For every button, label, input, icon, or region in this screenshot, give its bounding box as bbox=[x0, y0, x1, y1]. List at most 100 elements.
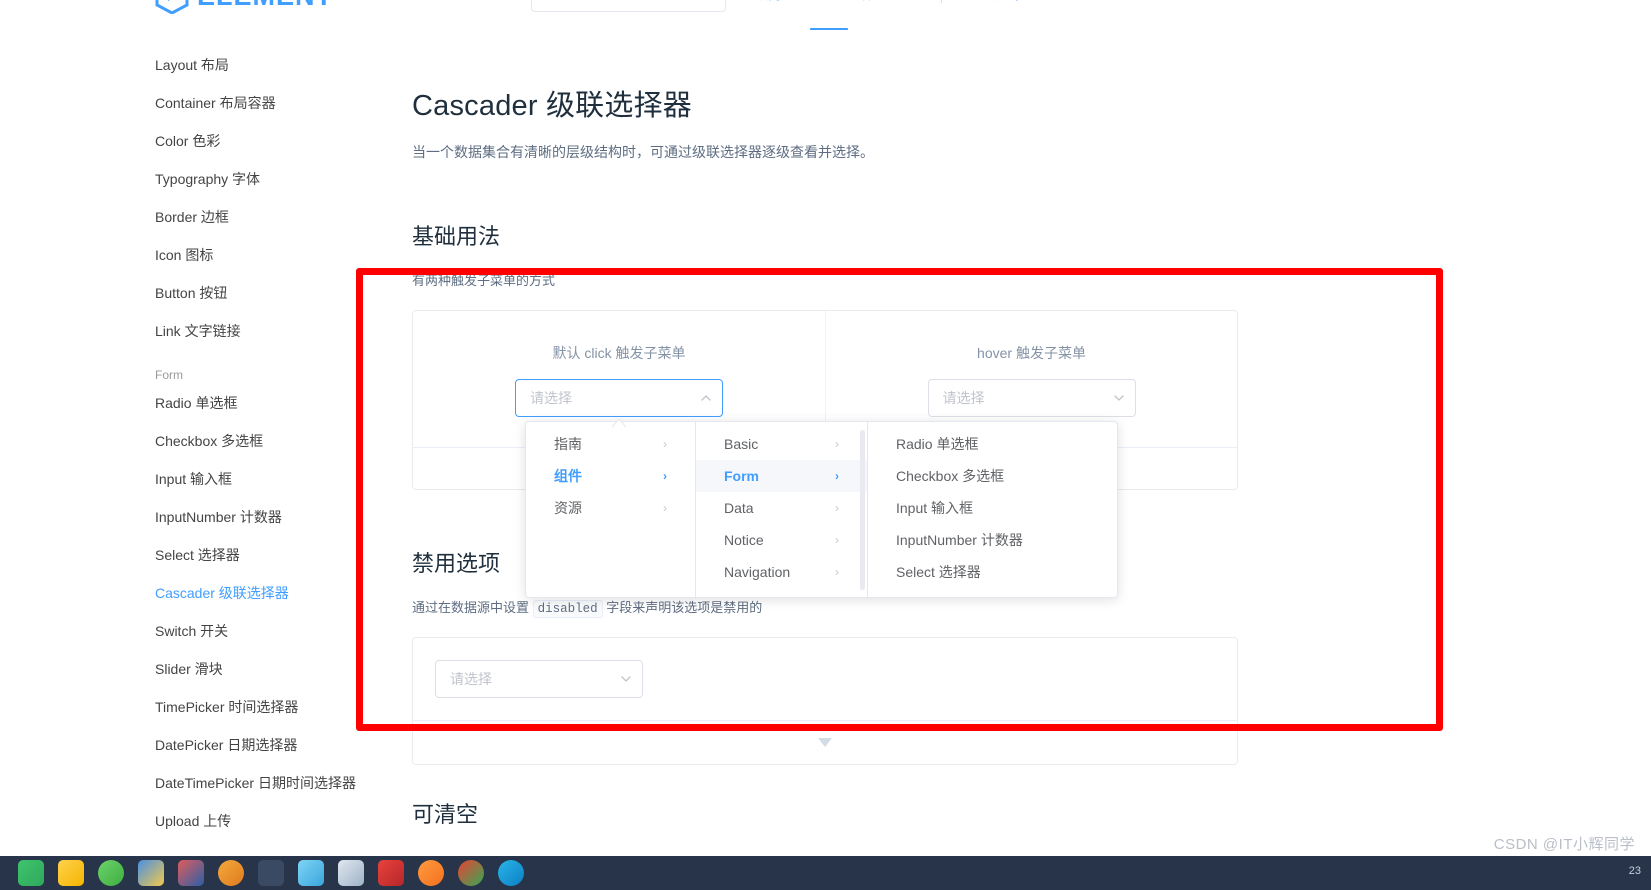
nav-item-guide-label: 指南 bbox=[755, 0, 781, 12]
taskbar-icon-edge[interactable] bbox=[498, 860, 524, 886]
cascader-option-label: 组件 bbox=[554, 468, 582, 484]
taskbar-tray[interactable]: 23 bbox=[1629, 865, 1641, 877]
taskbar-icon-word[interactable] bbox=[138, 860, 164, 886]
chevron-right-icon: › bbox=[835, 501, 839, 515]
nav-divider bbox=[940, 0, 942, 3]
section-desc-disabled-after: 字段来声明该选项是禁用的 bbox=[602, 599, 763, 615]
taskbar-icon-chrome[interactable] bbox=[458, 860, 484, 886]
nav-item-guide[interactable]: 指南 ▼ bbox=[755, 0, 794, 12]
taskbar-icon-explorer[interactable] bbox=[18, 860, 44, 886]
cascader-option[interactable]: Select 选择器 bbox=[868, 556, 1117, 588]
taskbar-icon-drive[interactable] bbox=[58, 860, 84, 886]
sidebar-item-0[interactable]: Layout 布局 bbox=[0, 46, 400, 84]
page-scroll-gutter[interactable] bbox=[1639, 0, 1651, 856]
cascader-option[interactable]: InputNumber 计数器 bbox=[868, 524, 1117, 556]
nav-item-components[interactable]: 组件 ▼ bbox=[848, 0, 887, 12]
taskbar-icon-orange-app[interactable] bbox=[418, 860, 444, 886]
page-title: Cascader 级联选择器 bbox=[412, 90, 692, 122]
cascader-hover-placeholder: 请选择 bbox=[942, 389, 985, 406]
demo-block-disabled: 请选择 bbox=[412, 636, 1238, 765]
sidebar-item-12[interactable]: InputNumber 计数器 bbox=[0, 498, 400, 536]
sidebar-item-17[interactable]: TimePicker 时间选择器 bbox=[0, 688, 400, 726]
cascader-menu-column-2: Basic › Form › Data › Notice › Navigation › bbox=[696, 422, 868, 597]
nav-item-resource-label: 资源 bbox=[996, 0, 1022, 12]
demo-block-disabled-expand[interactable] bbox=[413, 719, 1237, 764]
nav-item-components-label: 组件 bbox=[848, 0, 874, 12]
sidebar-item-9[interactable]: Radio 单选框 bbox=[0, 384, 400, 422]
site-logo[interactable]: ELEMENT bbox=[155, 0, 333, 14]
element-logo-icon bbox=[155, 0, 189, 14]
cascader-option[interactable]: Data › bbox=[696, 492, 867, 524]
chevron-down-icon[interactable] bbox=[1113, 392, 1124, 403]
search-input[interactable] bbox=[532, 0, 725, 11]
taskbar-icon-app[interactable] bbox=[258, 860, 284, 886]
chevron-down-icon[interactable] bbox=[620, 673, 631, 684]
sidebar-item-10[interactable]: Checkbox 多选框 bbox=[0, 422, 400, 460]
sidebar-item-4[interactable]: Border 边框 bbox=[0, 198, 400, 236]
taskbar-icon-folder[interactable] bbox=[298, 860, 324, 886]
cascader-option[interactable]: Notice › bbox=[696, 524, 867, 556]
cascader-option-label: Radio 单选框 bbox=[896, 436, 979, 452]
demo-col-click-label: 默认 click 触发子菜单 bbox=[552, 344, 686, 361]
cascader-option[interactable]: Input 输入框 bbox=[868, 492, 1117, 524]
header-search[interactable] bbox=[531, 0, 726, 12]
cascader-hover-input[interactable]: 请选择 bbox=[927, 378, 1136, 417]
taskbar-icon-store[interactable] bbox=[378, 860, 404, 886]
page-description: 当一个数据集合有清晰的层级结构时，可通过级联选择器逐级查看并选择。 bbox=[412, 144, 874, 160]
sidebar-item-19[interactable]: DateTimePicker 日期时间选择器 bbox=[0, 764, 400, 802]
sidebar-item-15[interactable]: Switch 开关 bbox=[0, 612, 400, 650]
taskbar-icon-pdf[interactable] bbox=[178, 860, 204, 886]
sidebar-item-3[interactable]: Typography 字体 bbox=[0, 160, 400, 198]
cascader-disabled-placeholder: 请选择 bbox=[450, 670, 492, 687]
cascader-option[interactable]: 资源 › bbox=[526, 492, 695, 524]
chevron-down-icon: ▼ bbox=[878, 0, 887, 12]
logo-text: ELEMENT bbox=[197, 0, 333, 14]
cascader-option-label: Navigation bbox=[724, 564, 791, 580]
chevron-right-icon: › bbox=[835, 565, 839, 579]
cascader-option[interactable]: Radio 单选框 bbox=[868, 428, 1117, 460]
cascader-option-label: 指南 bbox=[554, 436, 582, 452]
sidebar-item-6[interactable]: Button 按钮 bbox=[0, 274, 400, 312]
nav-active-underline bbox=[810, 28, 848, 30]
sidebar-item-5[interactable]: Icon 图标 bbox=[0, 236, 400, 274]
sidebar: Layout 布局 Container 布局容器 Color 色彩 Typograph… bbox=[0, 40, 400, 830]
cascader-option-label: Checkbox 多选框 bbox=[896, 468, 1005, 484]
section-title-basic: 基础用法 bbox=[412, 224, 501, 249]
chevron-up-icon[interactable] bbox=[700, 392, 711, 403]
cascader-option-label: Data bbox=[724, 500, 754, 516]
cascader-option[interactable]: Form › bbox=[696, 460, 867, 492]
sidebar-item-7[interactable]: Link 文字链接 bbox=[0, 312, 400, 350]
page-root: ELEMENT 指南 ▼ 组件 ▼ 资源 Layout 布局Container … bbox=[0, 0, 1651, 890]
cascader-menu-scrollbar[interactable] bbox=[860, 430, 865, 590]
sidebar-item-13[interactable]: Select 选择器 bbox=[0, 536, 400, 574]
sidebar-item-11[interactable]: Input 输入框 bbox=[0, 460, 400, 498]
cascader-option[interactable]: 指南 › bbox=[526, 428, 695, 460]
cascader-option[interactable]: Checkbox 多选框 bbox=[868, 460, 1117, 492]
sidebar-item-20[interactable]: Upload 上传 bbox=[0, 802, 400, 840]
cascader-popper-arrow bbox=[610, 414, 628, 428]
cascader-menu-column-3: Radio 单选框 Checkbox 多选框 Input 输入框 InputNumbe… bbox=[868, 422, 1117, 597]
chevron-right-icon: › bbox=[663, 437, 667, 451]
cascader-dropdown: 指南 › 组件 › 资源 › Basic › Form › Data › Notice › Navigat… bbox=[525, 421, 1118, 598]
chevron-right-icon: › bbox=[835, 437, 839, 451]
sidebar-item-14[interactable]: Cascader 级联选择器 bbox=[0, 574, 400, 612]
taskbar-icon-browser[interactable] bbox=[218, 860, 244, 886]
section-desc-disabled-before: 通过在数据源中设置 bbox=[412, 599, 533, 615]
sidebar-item-2[interactable]: Color 色彩 bbox=[0, 122, 400, 160]
taskbar-icon-wechat[interactable] bbox=[98, 860, 124, 886]
section-desc-basic: 有两种触发子菜单的方式 bbox=[412, 273, 556, 288]
sidebar-item-18[interactable]: DatePicker 日期选择器 bbox=[0, 726, 400, 764]
nav-item-resource[interactable]: 资源 bbox=[996, 0, 1022, 12]
cascader-click-placeholder: 请选择 bbox=[530, 389, 572, 406]
taskbar-icon-window[interactable] bbox=[338, 860, 364, 886]
cascader-option[interactable]: Navigation › bbox=[696, 556, 867, 588]
cascader-click-input[interactable]: 请选择 bbox=[515, 378, 723, 417]
cascader-option[interactable]: 组件 › bbox=[526, 460, 695, 492]
sidebar-item-1[interactable]: Container 布局容器 bbox=[0, 84, 400, 122]
cascader-option-label: Input 输入框 bbox=[896, 500, 974, 516]
sidebar-item-16[interactable]: Slider 滑块 bbox=[0, 650, 400, 688]
section-title-clearable: 可清空 bbox=[412, 801, 479, 827]
cascader-option[interactable]: Basic › bbox=[696, 428, 867, 460]
cascader-disabled-input[interactable]: 请选择 bbox=[435, 659, 643, 698]
watermark-text: CSDN @IT小辉同学 bbox=[1493, 836, 1635, 853]
